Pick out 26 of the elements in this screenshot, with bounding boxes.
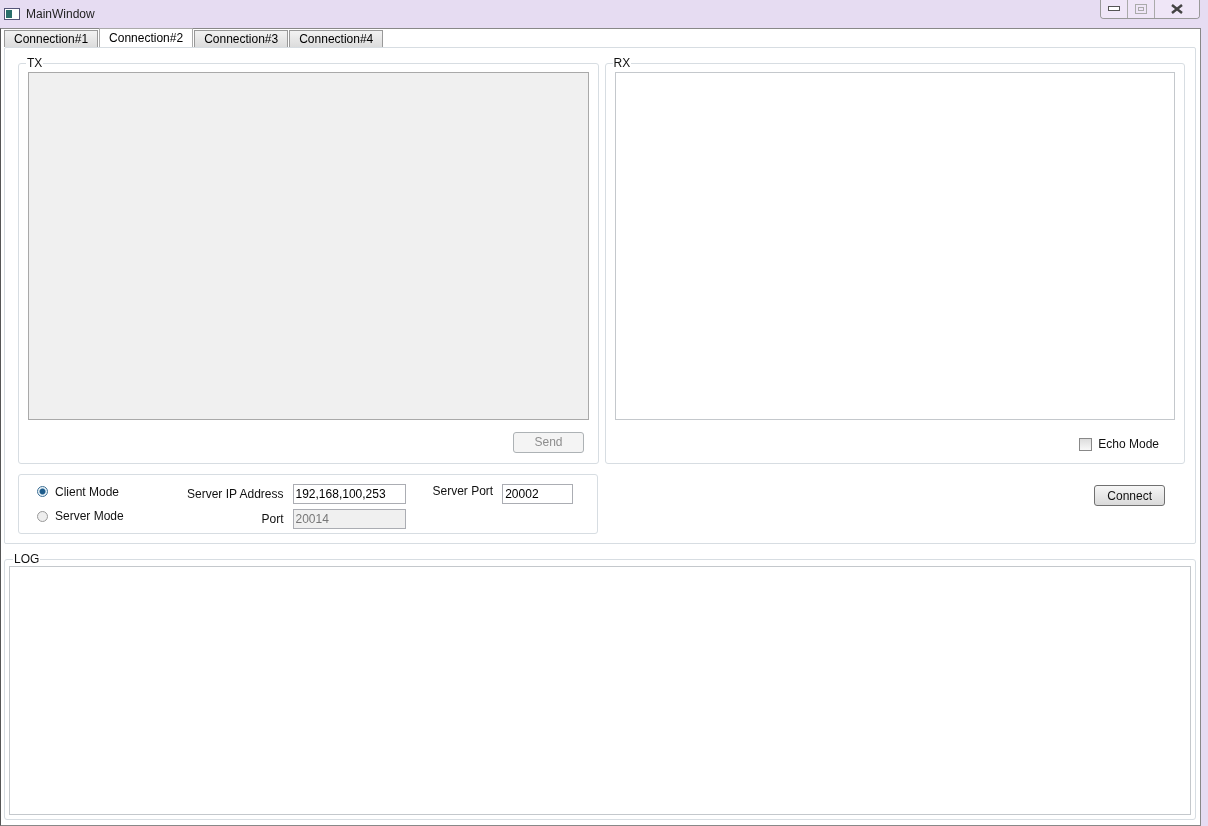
field-label: Server IP Address (187, 487, 284, 501)
window-title: MainWindow (26, 7, 95, 21)
input-field[interactable]: 192,168,100,253 (292, 484, 406, 504)
radio-label: Server Mode (55, 509, 124, 524)
input-field[interactable]: 20002 (502, 484, 574, 504)
app-icon (4, 8, 20, 20)
field-label: Server Port (432, 484, 494, 498)
radio-button[interactable] (37, 486, 48, 498)
tab[interactable]: Connection#3 (194, 30, 289, 47)
connect-button[interactable]: Connect (1094, 485, 1165, 506)
close-button[interactable] (1155, 0, 1199, 18)
tab[interactable]: Connection#1 (4, 30, 99, 47)
checkbox-label: Echo Mode (1098, 437, 1159, 451)
radio-label: Client Mode (55, 484, 120, 499)
group-title: TX (26, 56, 44, 70)
radio-button[interactable] (37, 510, 48, 522)
group-title: RX (612, 56, 632, 70)
checkbox[interactable] (1079, 437, 1093, 451)
maximize-icon (1135, 4, 1147, 14)
tab[interactable]: Connection#4 (289, 30, 384, 47)
field-label: Port (261, 512, 284, 526)
group-title: LOG (13, 552, 41, 566)
minimize-icon (1108, 6, 1120, 12)
minimize-button[interactable] (1101, 0, 1128, 18)
close-icon (1171, 4, 1183, 14)
tab[interactable]: Connection#2 (99, 28, 194, 47)
